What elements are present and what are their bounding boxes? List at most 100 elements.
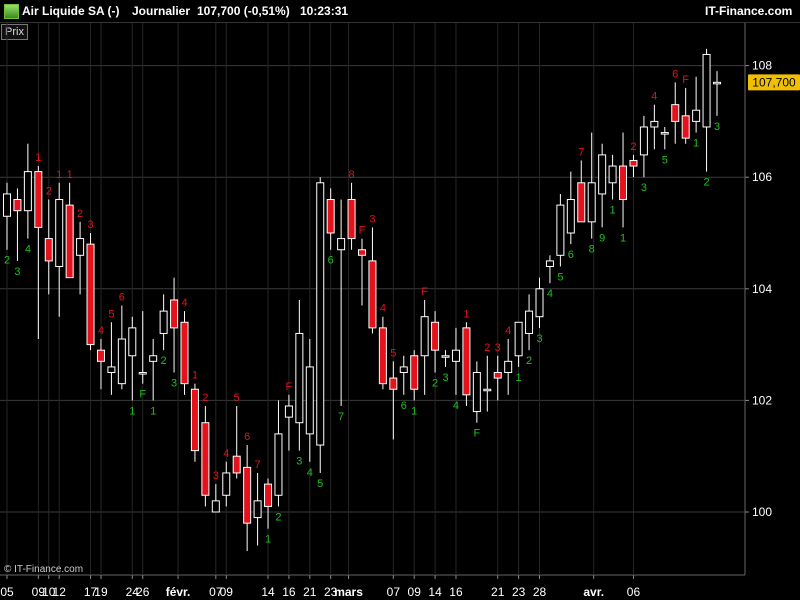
candle-body bbox=[420, 316, 429, 357]
x-tick-label: 16 bbox=[282, 585, 296, 599]
candle-body bbox=[629, 159, 638, 167]
candle-count-label: 9 bbox=[599, 232, 605, 244]
candle-body bbox=[243, 466, 252, 524]
candle-count-label: 1 bbox=[516, 372, 522, 384]
candle-body bbox=[55, 199, 64, 267]
x-tick-label: 23 bbox=[512, 585, 526, 599]
candle-body bbox=[650, 120, 659, 128]
candle-count-label: 6 bbox=[672, 68, 678, 80]
candle-count-label: F bbox=[421, 286, 428, 298]
candle-body bbox=[190, 388, 199, 452]
candle-count-label: 3 bbox=[87, 219, 93, 231]
candle-body bbox=[410, 355, 419, 390]
candle-count-label: 8 bbox=[348, 169, 354, 181]
candle-body bbox=[337, 238, 346, 251]
candle-body bbox=[170, 299, 179, 329]
candle-count-label: 4 bbox=[453, 400, 459, 412]
candle-count-label: 5 bbox=[317, 478, 323, 490]
candle-body bbox=[284, 405, 293, 418]
x-tick-label: 19 bbox=[94, 585, 108, 599]
candle-count-label: 3 bbox=[296, 456, 302, 468]
candle-count-label: 3 bbox=[369, 213, 375, 225]
candle-body bbox=[3, 193, 11, 217]
x-tick-label: avr. bbox=[583, 585, 604, 599]
candle-body bbox=[347, 199, 356, 240]
candle-count-label: F bbox=[286, 381, 293, 393]
candle-body bbox=[577, 182, 586, 223]
x-tick-label: 06 bbox=[627, 585, 641, 599]
candle-count-label: F bbox=[359, 225, 366, 237]
candle-count-label: 6 bbox=[401, 400, 407, 412]
candle-body bbox=[639, 126, 648, 156]
candle-count-label: 3 bbox=[536, 333, 542, 345]
y-tick-label: 106 bbox=[752, 170, 772, 184]
candle-count-label: 1 bbox=[463, 308, 469, 320]
candle-count-label: 1 bbox=[150, 405, 156, 417]
candle-count-label: 3 bbox=[171, 378, 177, 390]
x-tick-label: 07 bbox=[387, 585, 401, 599]
candle-count-label: 1 bbox=[192, 370, 198, 382]
candle-count-label: 3 bbox=[14, 266, 20, 278]
candle-body bbox=[535, 288, 544, 318]
x-tick-label: 09 bbox=[220, 585, 234, 599]
candle-body bbox=[253, 500, 262, 519]
candle-body bbox=[107, 366, 116, 374]
x-tick-label: 14 bbox=[428, 585, 442, 599]
candle-body bbox=[128, 327, 137, 357]
candle-count-label: 1 bbox=[35, 152, 41, 164]
candle-body bbox=[514, 321, 523, 357]
last-price-label: 107,700 bbox=[752, 75, 796, 89]
x-tick-label: 09 bbox=[408, 585, 422, 599]
candle-count-label: 1 bbox=[265, 534, 271, 546]
candle-body bbox=[399, 366, 408, 374]
candle-count-label: 2 bbox=[4, 255, 10, 267]
candle-count-label: 6 bbox=[119, 292, 125, 304]
candle-count-label: F bbox=[682, 74, 689, 86]
candle-count-label: 4 bbox=[25, 244, 31, 256]
candle-body bbox=[692, 109, 701, 122]
candle-count-label: 1 bbox=[129, 405, 135, 417]
y-tick-label: 100 bbox=[752, 505, 772, 519]
candle-body bbox=[117, 338, 126, 385]
candle-count-label: 4 bbox=[98, 325, 104, 337]
x-tick-label: 12 bbox=[53, 585, 67, 599]
candle-body bbox=[451, 349, 460, 362]
candle-count-label: 5 bbox=[234, 392, 240, 404]
candle-count-label: 1 bbox=[620, 232, 626, 244]
candle-body bbox=[566, 199, 575, 234]
x-tick-label: 21 bbox=[303, 585, 317, 599]
candle-body bbox=[483, 388, 492, 392]
candle-body bbox=[598, 154, 607, 195]
y-tick-label: 102 bbox=[752, 393, 772, 407]
candle-count-label: 4 bbox=[505, 325, 511, 337]
candle-body bbox=[525, 310, 534, 334]
candle-body bbox=[462, 327, 471, 396]
candle-count-label: 1 bbox=[610, 205, 616, 217]
candle-body bbox=[713, 81, 721, 85]
candle-count-label: 4 bbox=[651, 91, 657, 103]
candle-count-label: 1 bbox=[411, 405, 417, 417]
candle-count-label: 5 bbox=[557, 271, 563, 283]
candle-body bbox=[138, 372, 147, 375]
candle-body bbox=[76, 238, 85, 256]
candle-body bbox=[493, 372, 502, 379]
candle-count-label: 1 bbox=[693, 138, 699, 150]
candle-body bbox=[378, 327, 387, 385]
x-tick-label: 26 bbox=[136, 585, 150, 599]
candle-body bbox=[222, 472, 231, 496]
candle-body bbox=[587, 182, 596, 223]
y-tick-label: 108 bbox=[752, 59, 772, 73]
candle-count-label: F bbox=[473, 428, 480, 440]
candlestick-chart[interactable]: 10010210410610805 091012 1719 2426 févr. 0709… bbox=[0, 0, 800, 600]
candle-body bbox=[65, 204, 74, 279]
candle-body bbox=[671, 104, 680, 122]
candle-body bbox=[358, 249, 366, 256]
candle-body bbox=[23, 171, 32, 212]
candle-body bbox=[34, 171, 43, 228]
candle-body bbox=[326, 199, 335, 234]
candle-count-label: 3 bbox=[495, 342, 501, 354]
candle-body bbox=[96, 349, 105, 362]
candle-count-label: 4 bbox=[547, 288, 553, 300]
candle-count-label: 5 bbox=[662, 154, 668, 166]
candle-body bbox=[504, 360, 513, 373]
